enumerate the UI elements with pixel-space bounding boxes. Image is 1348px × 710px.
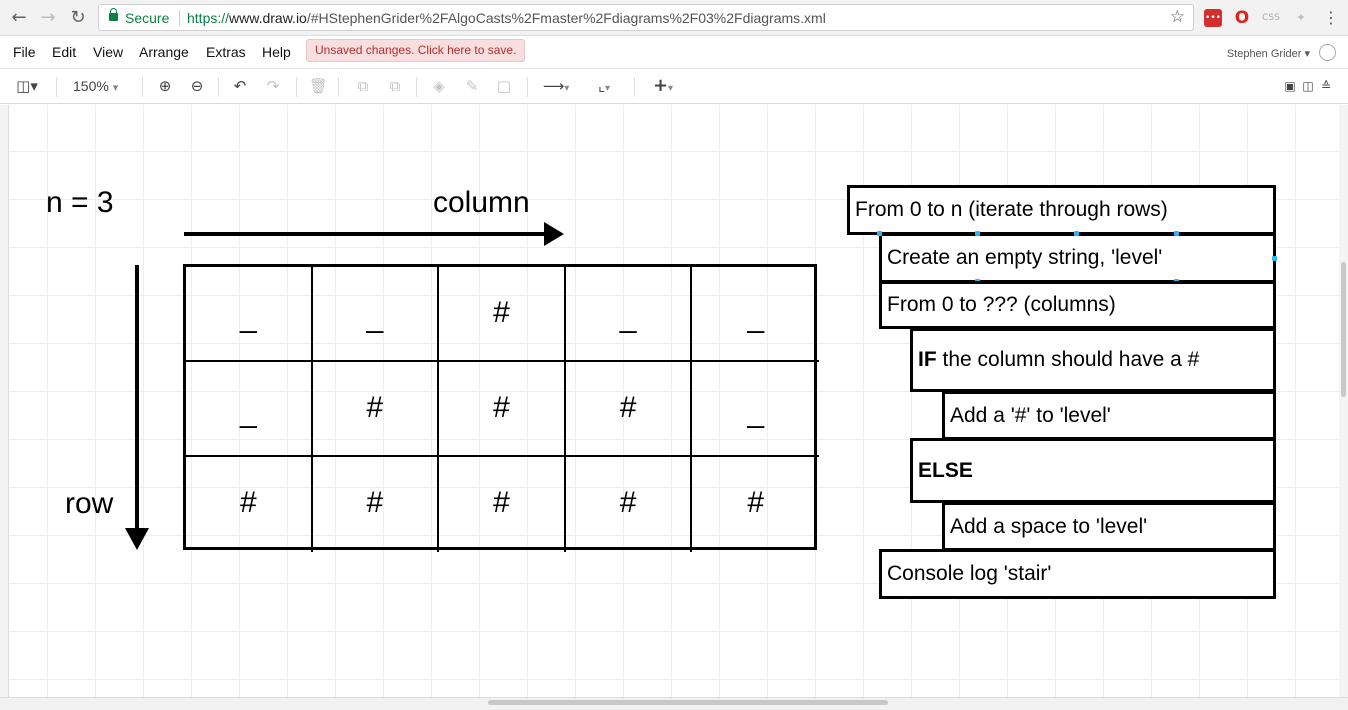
- grid-cell[interactable]: _: [186, 362, 313, 457]
- flow-step-text: Console log 'stair': [887, 562, 1052, 585]
- row-arrow[interactable]: [125, 265, 149, 550]
- grid-cell-value: #: [747, 486, 765, 519]
- grid-cell[interactable]: #: [439, 457, 566, 552]
- grid-cell-value: _: [366, 301, 384, 334]
- grid-cell-value: _: [239, 301, 257, 334]
- flow-keyword-if: IF: [918, 348, 937, 371]
- grid-cell-value: #: [619, 486, 637, 519]
- flow-step-text: the column should have a #: [936, 348, 1200, 371]
- selection-handle[interactable]: [1174, 231, 1179, 236]
- grid-cell[interactable]: #: [439, 362, 566, 457]
- grid-cell[interactable]: #: [439, 267, 566, 362]
- grid-cell[interactable]: #: [186, 457, 313, 552]
- grid-cell[interactable]: #: [692, 457, 819, 552]
- grid-cell-value: _: [619, 301, 637, 334]
- stair-grid[interactable]: _ _ # _ _ _ # # # _ # # # # #: [183, 264, 819, 552]
- flow-step-add-space[interactable]: Add a space to 'level': [942, 502, 1276, 551]
- selection-handle[interactable]: [975, 231, 980, 236]
- column-arrow[interactable]: [184, 222, 564, 246]
- grid-cell[interactable]: _: [565, 267, 693, 362]
- flow-step-inner-loop[interactable]: From 0 to ??? (columns): [879, 281, 1276, 329]
- grid-cell-value: #: [619, 391, 637, 424]
- grid-cell-value: _: [239, 396, 257, 429]
- selection-handle[interactable]: [1272, 256, 1277, 261]
- grid-cell[interactable]: _: [312, 267, 440, 362]
- flow-step-outer-loop[interactable]: From 0 to n (iterate through rows): [847, 185, 1276, 235]
- flow-step-console-log[interactable]: Console log 'stair': [879, 549, 1276, 599]
- selection-handle[interactable]: [877, 231, 882, 236]
- grid-cell-value: #: [493, 486, 510, 519]
- grid-cell[interactable]: #: [566, 457, 693, 552]
- flow-step-if[interactable]: IF the column should have a #: [910, 328, 1276, 392]
- flow-step-add-hash[interactable]: Add a '#' to 'level': [942, 391, 1276, 440]
- grid-cell[interactable]: _: [186, 267, 313, 362]
- flow-step-text: From 0 to ??? (columns): [887, 293, 1116, 316]
- flow-keyword-else: ELSE: [918, 458, 973, 482]
- flow-step-create-string[interactable]: Create an empty string, 'level': [879, 233, 1276, 283]
- grid-cell[interactable]: #: [565, 362, 693, 457]
- grid-cell-value: #: [493, 296, 510, 329]
- flow-step-text: Add a space to 'level': [950, 514, 1148, 538]
- drawio-window: ← → ↻ Secure https://www.draw.io/#HSteph…: [0, 0, 1348, 710]
- selection-handle[interactable]: [1074, 231, 1079, 236]
- flow-step-text: Add a '#' to 'level': [950, 403, 1111, 427]
- grid-cell-value: _: [747, 301, 765, 334]
- flow-step-text: Create an empty string, 'level': [887, 246, 1163, 269]
- grid-cell-value: #: [493, 391, 510, 424]
- grid-cell[interactable]: #: [313, 457, 440, 552]
- flow-step-else[interactable]: ELSE: [910, 438, 1276, 503]
- grid-cell-value: _: [747, 396, 765, 429]
- grid-cell[interactable]: #: [312, 362, 440, 457]
- grid-cell-value: #: [239, 486, 257, 519]
- grid-cell[interactable]: _: [692, 267, 819, 362]
- grid-cell-value: #: [366, 391, 384, 424]
- grid-cell[interactable]: _: [692, 362, 819, 457]
- flow-step-text: From 0 to n (iterate through rows): [855, 198, 1168, 221]
- grid-cell-value: #: [366, 486, 384, 519]
